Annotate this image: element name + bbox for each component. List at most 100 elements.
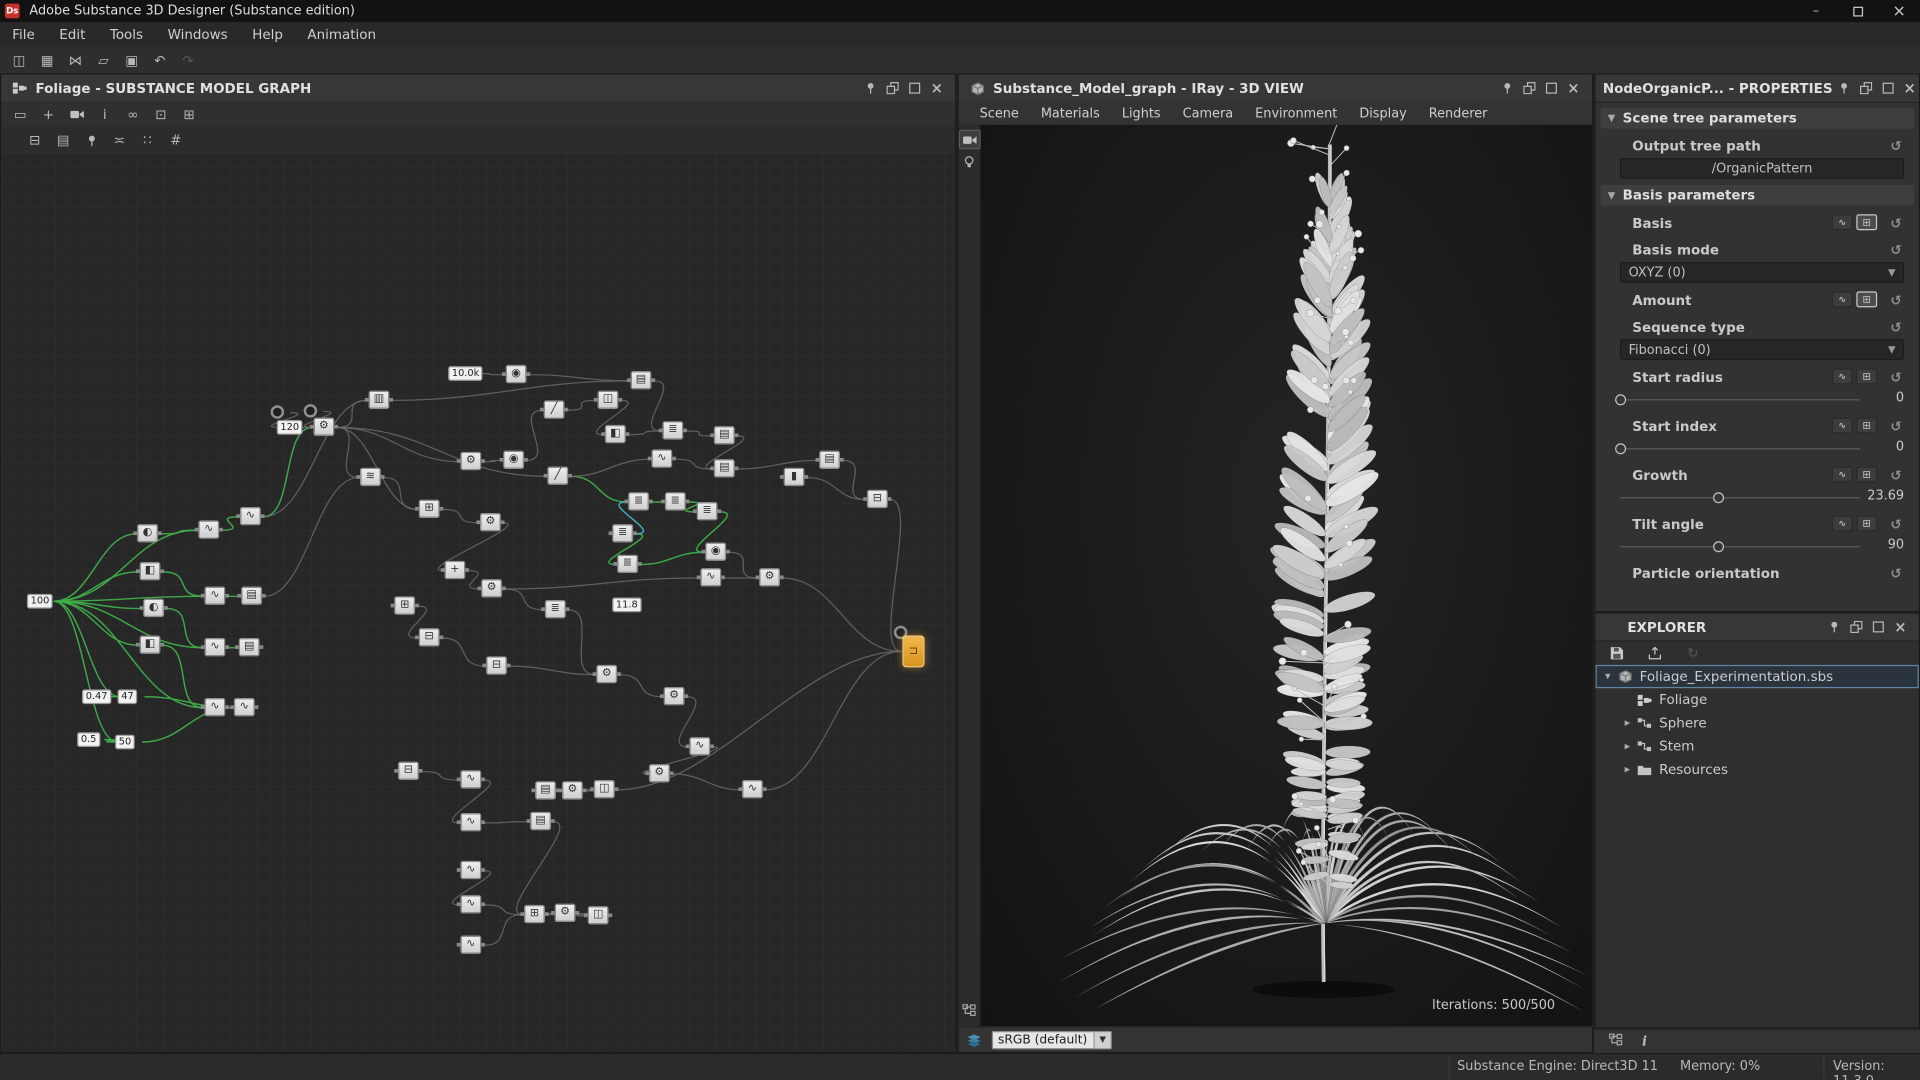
reset-icon[interactable]: ↺ [1890, 468, 1901, 484]
graph-node[interactable]: ◉ [502, 364, 531, 384]
graph-node[interactable]: ◉ [701, 542, 730, 561]
slider-track[interactable] [1620, 492, 1860, 504]
close-button[interactable]: × [1878, 0, 1920, 22]
reload-icon[interactable]: ↻ [1681, 642, 1704, 663]
graph-node[interactable]: ∿ [200, 697, 229, 717]
menu-edit[interactable]: Edit [47, 26, 98, 42]
graph-node[interactable]: ▤ [235, 637, 264, 657]
colorspace-select[interactable]: sRGB (default) ▼ [991, 1030, 1112, 1049]
reset-icon[interactable]: ↺ [1890, 138, 1901, 154]
view-menu-lights[interactable]: Lights [1111, 106, 1172, 121]
graph-node[interactable]: ≣ [624, 492, 653, 511]
pin-icon[interactable] [1823, 617, 1845, 637]
graph-node[interactable]: ⚙ [309, 417, 338, 436]
expose-graph-button[interactable]: ⊞ [1856, 291, 1878, 308]
float-icon[interactable] [1518, 78, 1540, 98]
save-package-icon[interactable] [1605, 642, 1628, 663]
graph-node[interactable]: + [440, 560, 469, 580]
close-icon[interactable]: × [1889, 617, 1911, 637]
graph-tree-icon[interactable] [1608, 1033, 1623, 1049]
new-substance-icon[interactable]: ◫ [7, 50, 30, 71]
reset-icon[interactable]: ↺ [1890, 419, 1901, 435]
explorer-item-foliage[interactable]: Foliage [1596, 688, 1919, 711]
float-icon[interactable] [882, 78, 904, 98]
graph-node[interactable]: ⚙ [476, 513, 505, 532]
maximize-icon[interactable] [1867, 617, 1889, 637]
graph-node[interactable]: ∿ [696, 568, 725, 587]
slider-track[interactable] [1615, 443, 1860, 455]
graph-node[interactable]: ≋ [356, 467, 385, 487]
graph-node[interactable]: ▮ [779, 467, 809, 487]
expander-icon[interactable]: ▸ [1620, 740, 1635, 752]
graph-node[interactable]: ∿ [194, 520, 223, 539]
graph-node[interactable]: ≣ [693, 502, 722, 521]
graph-node[interactable]: ⊟ [415, 628, 444, 647]
float-icon[interactable] [1845, 617, 1867, 637]
start-radius-slider[interactable]: 0 [1615, 389, 1904, 409]
graph-node[interactable]: ∿ [456, 813, 485, 832]
minimize-button[interactable]: – [1795, 0, 1837, 22]
graph-value-node[interactable]: 50 [115, 734, 135, 750]
expander-icon[interactable]: ▸ [1620, 717, 1635, 729]
expose-function-button[interactable]: ∿ [1831, 291, 1853, 308]
expander-icon[interactable]: ▸ [1620, 763, 1635, 775]
dot-links-icon[interactable]: ∷ [136, 130, 159, 151]
reset-icon[interactable]: ↺ [1890, 370, 1901, 386]
close-icon[interactable]: × [1899, 78, 1920, 98]
graph-dot-node[interactable] [270, 405, 285, 419]
graph-node[interactable]: ≣ [608, 524, 637, 543]
output-tree-path-input[interactable]: /OrganicPattern [1620, 157, 1905, 179]
undo-icon[interactable]: ↶ [148, 50, 171, 71]
slider-knob[interactable] [1615, 443, 1627, 455]
graph-node[interactable]: ⚙ [592, 664, 621, 684]
section-scene-tree-parameters[interactable]: ▼ Scene tree parameters [1600, 107, 1914, 129]
reset-icon[interactable]: ↺ [1890, 216, 1901, 232]
graph-node[interactable]: ⊞ [520, 904, 549, 924]
graph-node[interactable]: ⚙ [659, 686, 689, 706]
snap-grid-icon[interactable]: # [164, 130, 187, 151]
start-index-slider[interactable]: 0 [1615, 438, 1904, 458]
close-icon[interactable]: × [1562, 78, 1584, 98]
graph-node[interactable]: ≣ [613, 554, 642, 574]
graph-node[interactable]: ▤ [237, 586, 266, 605]
slider-knob[interactable] [1713, 492, 1725, 504]
graph-node[interactable]: ◫ [593, 390, 623, 409]
pin-icon[interactable] [860, 78, 882, 98]
graph-node[interactable]: ⚙ [551, 903, 580, 923]
graph-node[interactable]: ▤ [710, 426, 739, 445]
menu-file[interactable]: File [0, 26, 47, 42]
graph-node[interactable]: ⚙ [755, 568, 784, 587]
section-basis-parameters[interactable]: ▼ Basis parameters [1600, 184, 1914, 206]
pin-icon[interactable] [1496, 78, 1518, 98]
graph-node[interactable]: ⊟ [482, 656, 511, 675]
sequence-type-select[interactable]: Fibonacci (0) ▼ [1620, 339, 1905, 360]
explorer-item-resources[interactable]: ▸ Resources [1596, 758, 1919, 781]
expose-function-button[interactable]: ∿ [1831, 368, 1853, 385]
reset-icon[interactable]: ↺ [1890, 566, 1901, 582]
open-icon[interactable]: ▱ [92, 50, 115, 71]
graph-value-node[interactable]: 11.8 [612, 597, 642, 613]
graph-node[interactable]: ∿ [685, 737, 714, 756]
graph-node[interactable]: ◐ [139, 598, 168, 618]
graph-node[interactable]: ∿ [456, 860, 485, 880]
graph-node[interactable]: ≣ [661, 492, 690, 511]
maximize-icon[interactable] [904, 78, 926, 98]
graph-node[interactable]: ▤ [626, 371, 656, 390]
graph-node[interactable]: ∿ [456, 895, 485, 914]
growth-slider[interactable]: 23.69 [1620, 487, 1904, 507]
graph-node[interactable]: ∿ [456, 935, 485, 954]
graph-node[interactable]: ⚙ [645, 764, 674, 783]
close-icon[interactable]: × [926, 78, 948, 98]
graph-value-node[interactable]: 47 [117, 689, 138, 705]
explorer-item-sphere[interactable]: ▸ Sphere [1596, 711, 1919, 734]
graph-node[interactable]: ◐ [133, 524, 162, 543]
float-icon[interactable] [1855, 78, 1877, 98]
scene-tree-icon[interactable] [962, 1004, 976, 1020]
graph-value-node[interactable]: 120 [276, 420, 303, 435]
graph-value-node[interactable]: 100 [26, 593, 53, 609]
graph-node[interactable]: ⊞ [390, 596, 419, 615]
graph-node-selected[interactable]: ⊐ [902, 635, 925, 668]
graph-node[interactable]: ╱ [539, 400, 569, 419]
graph-dot-node[interactable] [303, 404, 318, 418]
explorer-item-foliage-experimentation-sbs[interactable]: ▾ Foliage_Experimentation.sbs [1595, 664, 1919, 689]
